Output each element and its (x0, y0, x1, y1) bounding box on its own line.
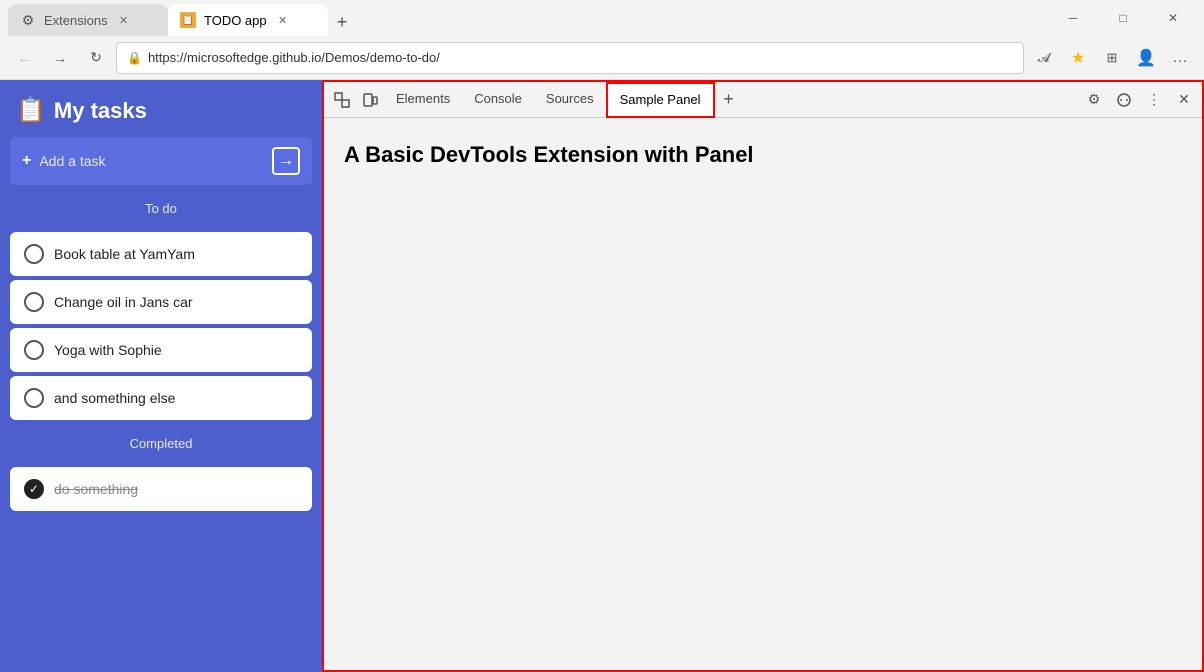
address-bar[interactable]: 🔒 https://microsoftedge.github.io/Demos/… (116, 42, 1024, 74)
todo-header-icon: 📋 (16, 96, 46, 125)
task-checkbox-4[interactable] (24, 388, 44, 408)
devtools-tab-console[interactable]: Console (462, 82, 534, 118)
shortcuts-icon (1116, 92, 1132, 108)
settings-more-button[interactable]: … (1164, 42, 1196, 74)
devtools-container: Elements Console Sources Sample Panel + … (322, 80, 1204, 672)
main-content: 📋 My tasks + → To do Book table at YamYa… (0, 80, 1204, 672)
task-checkbox-1[interactable] (24, 244, 44, 264)
profile-button[interactable]: 👤 (1130, 42, 1162, 74)
todo-header-title: My tasks (54, 98, 147, 124)
task-text-1: Book table at YamYam (54, 246, 298, 262)
todo-sidebar: 📋 My tasks + → To do Book table at YamYa… (0, 80, 322, 672)
task-item-4[interactable]: and something else (10, 376, 312, 420)
inspect-icon (334, 92, 350, 108)
task-checkbox-2[interactable] (24, 292, 44, 312)
tab-bar: ⚙ Extensions ✕ 📋 TODO app ✕ + (8, 0, 1050, 36)
task-text-3: Yoga with Sophie (54, 342, 298, 358)
devtools-tab-add-button[interactable]: + (715, 86, 743, 114)
lock-icon: 🔒 (127, 51, 142, 65)
devtools-tabs: Elements Console Sources Sample Panel + (384, 82, 1080, 118)
task-text-4: and something else (54, 390, 298, 406)
extensions-favicon-icon: ⚙ (20, 12, 36, 28)
forward-button[interactable]: → (44, 42, 76, 74)
devtools-right-icons: ⚙ ⋮ ✕ (1080, 86, 1198, 114)
title-bar: ⚙ Extensions ✕ 📋 TODO app ✕ + ─ □ ✕ (0, 0, 1204, 36)
tab-extensions[interactable]: ⚙ Extensions ✕ (8, 4, 168, 36)
tab-todo-close[interactable]: ✕ (275, 12, 291, 28)
tab-extensions-close[interactable]: ✕ (116, 12, 132, 28)
completed-task-list: ✓ do something (10, 467, 312, 511)
add-task-input[interactable] (39, 153, 264, 169)
devtools-shortcuts-button[interactable] (1110, 86, 1138, 114)
new-tab-button[interactable]: + (328, 8, 356, 36)
add-task-row[interactable]: + → (10, 137, 312, 185)
close-button[interactable]: ✕ (1150, 2, 1196, 34)
tab-todo-label: TODO app (204, 13, 267, 28)
devtools-tab-elements[interactable]: Elements (384, 82, 462, 118)
address-text: https://microsoftedge.github.io/Demos/de… (148, 50, 1013, 65)
devtools-settings-button[interactable]: ⚙ (1080, 86, 1108, 114)
todo-header: 📋 My tasks (10, 96, 312, 125)
nav-right-icons: 𝓐 ★ ⊞ 👤 … (1028, 42, 1196, 74)
back-button[interactable]: ← (8, 42, 40, 74)
maximize-button[interactable]: □ (1100, 2, 1146, 34)
device-mode-button[interactable] (356, 86, 384, 114)
task-checkbox-5[interactable]: ✓ (24, 479, 44, 499)
task-item-5[interactable]: ✓ do something (10, 467, 312, 511)
inspect-element-button[interactable] (328, 86, 356, 114)
add-task-submit-button[interactable]: → (272, 147, 300, 175)
devtools-close-button[interactable]: ✕ (1170, 86, 1198, 114)
task-text-5: do something (54, 481, 298, 497)
browser-window: ⚙ Extensions ✕ 📋 TODO app ✕ + ─ □ ✕ ← → … (0, 0, 1204, 672)
panel-heading: A Basic DevTools Extension with Panel (344, 142, 1182, 168)
task-item-3[interactable]: Yoga with Sophie (10, 328, 312, 372)
task-item-2[interactable]: Change oil in Jans car (10, 280, 312, 324)
device-icon (362, 92, 378, 108)
devtools-tab-sources[interactable]: Sources (534, 82, 606, 118)
refresh-button[interactable]: ↻ (80, 42, 112, 74)
tab-todo[interactable]: 📋 TODO app ✕ (168, 4, 328, 36)
add-task-plus-icon: + (22, 152, 31, 170)
devtools-panel-content: A Basic DevTools Extension with Panel (324, 118, 1202, 670)
devtools-tab-sample-panel[interactable]: Sample Panel (606, 82, 715, 118)
completed-section-label: Completed (10, 432, 312, 455)
window-controls: ─ □ ✕ (1050, 2, 1196, 34)
collections-button[interactable]: ⊞ (1096, 42, 1128, 74)
todo-task-list: Book table at YamYam Change oil in Jans … (10, 232, 312, 420)
devtools-more-button[interactable]: ⋮ (1140, 86, 1168, 114)
task-item-1[interactable]: Book table at YamYam (10, 232, 312, 276)
todo-section-label: To do (10, 197, 312, 220)
nav-bar: ← → ↻ 🔒 https://microsoftedge.github.io/… (0, 36, 1204, 80)
task-checkbox-3[interactable] (24, 340, 44, 360)
devtools-toolbar: Elements Console Sources Sample Panel + … (324, 82, 1202, 118)
favorites-button[interactable]: ★ (1062, 42, 1094, 74)
read-aloud-button[interactable]: 𝓐 (1028, 42, 1060, 74)
tab-extensions-label: Extensions (44, 13, 108, 28)
task-text-2: Change oil in Jans car (54, 294, 298, 310)
minimize-button[interactable]: ─ (1050, 2, 1096, 34)
todo-favicon-icon: 📋 (180, 12, 196, 28)
